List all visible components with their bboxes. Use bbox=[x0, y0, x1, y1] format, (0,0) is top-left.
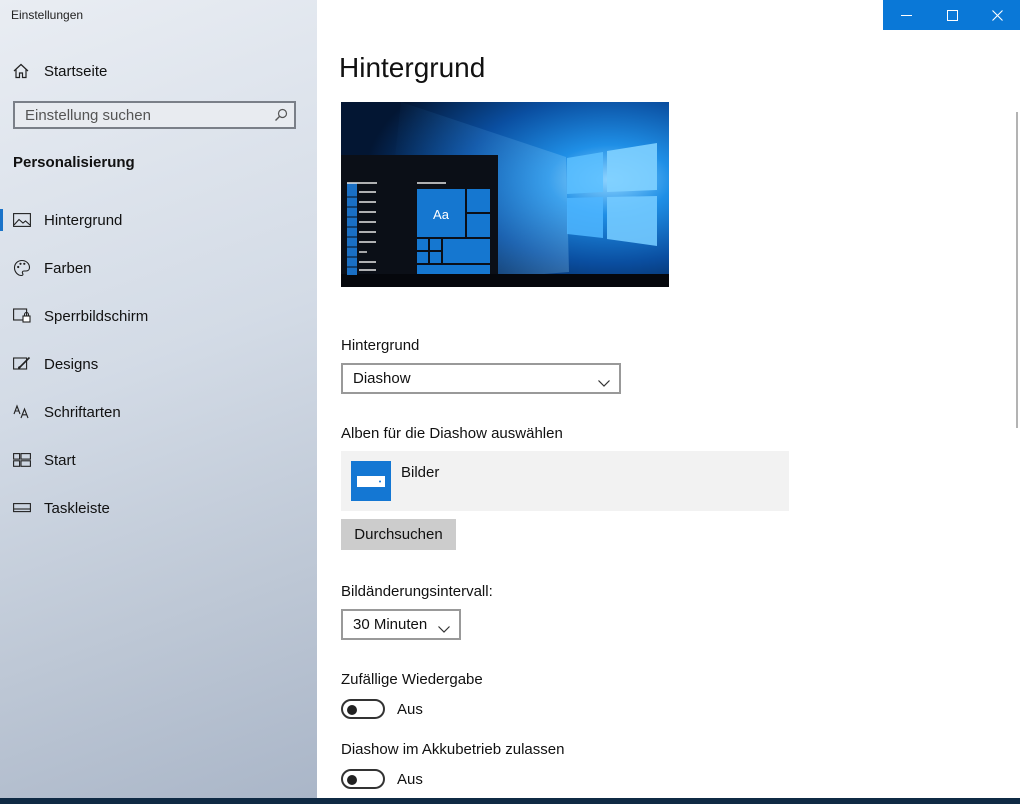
start-icon bbox=[12, 450, 32, 470]
nav-home-label: Startseite bbox=[44, 62, 108, 80]
toggle-knob bbox=[347, 775, 357, 785]
background-dropdown-value: Diashow bbox=[353, 370, 411, 387]
album-item[interactable]: Bilder bbox=[341, 451, 789, 511]
taskbar-strip bbox=[0, 798, 1020, 804]
sidebar-item-hintergrund[interactable]: Hintergrund bbox=[0, 196, 317, 244]
window-title: Einstellungen bbox=[11, 8, 84, 22]
font-icon bbox=[12, 402, 32, 422]
album-name: Bilder bbox=[401, 464, 440, 481]
shuffle-state: Aus bbox=[397, 701, 423, 718]
minimize-button[interactable] bbox=[883, 0, 929, 30]
background-dropdown[interactable]: Diashow bbox=[341, 363, 621, 394]
palette-icon bbox=[12, 258, 32, 278]
shuffle-label: Zufällige Wiedergabe bbox=[341, 671, 483, 688]
sidebar-item-schriftarten[interactable]: Schriftarten bbox=[0, 388, 317, 436]
brush-icon bbox=[12, 354, 32, 374]
sidebar: Einstellungen Startseite Personalisierun… bbox=[0, 0, 317, 798]
sidebar-item-start[interactable]: Start bbox=[0, 436, 317, 484]
shuffle-toggle[interactable] bbox=[341, 699, 385, 719]
sidebar-item-label: Schriftarten bbox=[44, 403, 121, 421]
maximize-icon bbox=[946, 9, 958, 21]
sidebar-item-sperrbildschirm[interactable]: Sperrbildschirm bbox=[0, 292, 317, 340]
sidebar-item-label: Start bbox=[44, 451, 76, 469]
albums-label: Alben für die Diashow auswählen bbox=[341, 425, 563, 442]
sidebar-item-label: Farben bbox=[44, 259, 92, 277]
background-preview: Aa bbox=[341, 102, 669, 287]
nav-list: Hintergrund Farben Sperrbildschirm Desig… bbox=[0, 196, 317, 532]
sidebar-item-label: Hintergrund bbox=[44, 211, 123, 229]
page-title: Hintergrund bbox=[339, 52, 486, 83]
folder-icon bbox=[351, 461, 391, 501]
search-box[interactable] bbox=[13, 101, 296, 129]
background-label: Hintergrund bbox=[341, 337, 420, 354]
sidebar-item-farben[interactable]: Farben bbox=[0, 244, 317, 292]
chevron-down-icon bbox=[598, 374, 610, 392]
maximize-button[interactable] bbox=[929, 0, 975, 30]
preview-wallpaper: Aa bbox=[341, 102, 669, 287]
sidebar-item-designs[interactable]: Designs bbox=[0, 340, 317, 388]
search-icon[interactable] bbox=[274, 108, 288, 127]
preview-tile-text: Aa bbox=[433, 207, 450, 222]
interval-dropdown[interactable]: 30 Minuten bbox=[341, 609, 461, 640]
sidebar-item-taskleiste[interactable]: Taskleiste bbox=[0, 484, 317, 532]
search-input[interactable] bbox=[15, 103, 275, 127]
sidebar-item-label: Sperrbildschirm bbox=[44, 307, 149, 325]
nav-home[interactable]: Startseite bbox=[12, 60, 107, 82]
sidebar-item-label: Taskleiste bbox=[44, 499, 110, 517]
chevron-down-icon bbox=[438, 620, 450, 638]
minimize-icon bbox=[900, 10, 912, 21]
interval-label: Bildänderungsintervall: bbox=[341, 583, 493, 600]
picture-icon bbox=[12, 210, 32, 230]
toggle-knob bbox=[347, 705, 357, 715]
sidebar-item-label: Designs bbox=[44, 355, 99, 373]
browse-button[interactable]: Durchsuchen bbox=[341, 519, 456, 550]
battery-state: Aus bbox=[397, 771, 423, 788]
lockscreen-icon bbox=[12, 306, 32, 326]
section-title: Personalisierung bbox=[13, 154, 135, 171]
home-icon bbox=[12, 62, 30, 80]
close-button[interactable] bbox=[975, 0, 1020, 30]
battery-label: Diashow im Akkubetrieb zulassen bbox=[341, 741, 565, 758]
close-icon bbox=[992, 9, 1003, 21]
interval-dropdown-value: 30 Minuten bbox=[353, 616, 428, 633]
taskbar-icon bbox=[12, 498, 32, 518]
battery-toggle[interactable] bbox=[341, 769, 385, 789]
scrollbar[interactable] bbox=[1016, 112, 1018, 428]
